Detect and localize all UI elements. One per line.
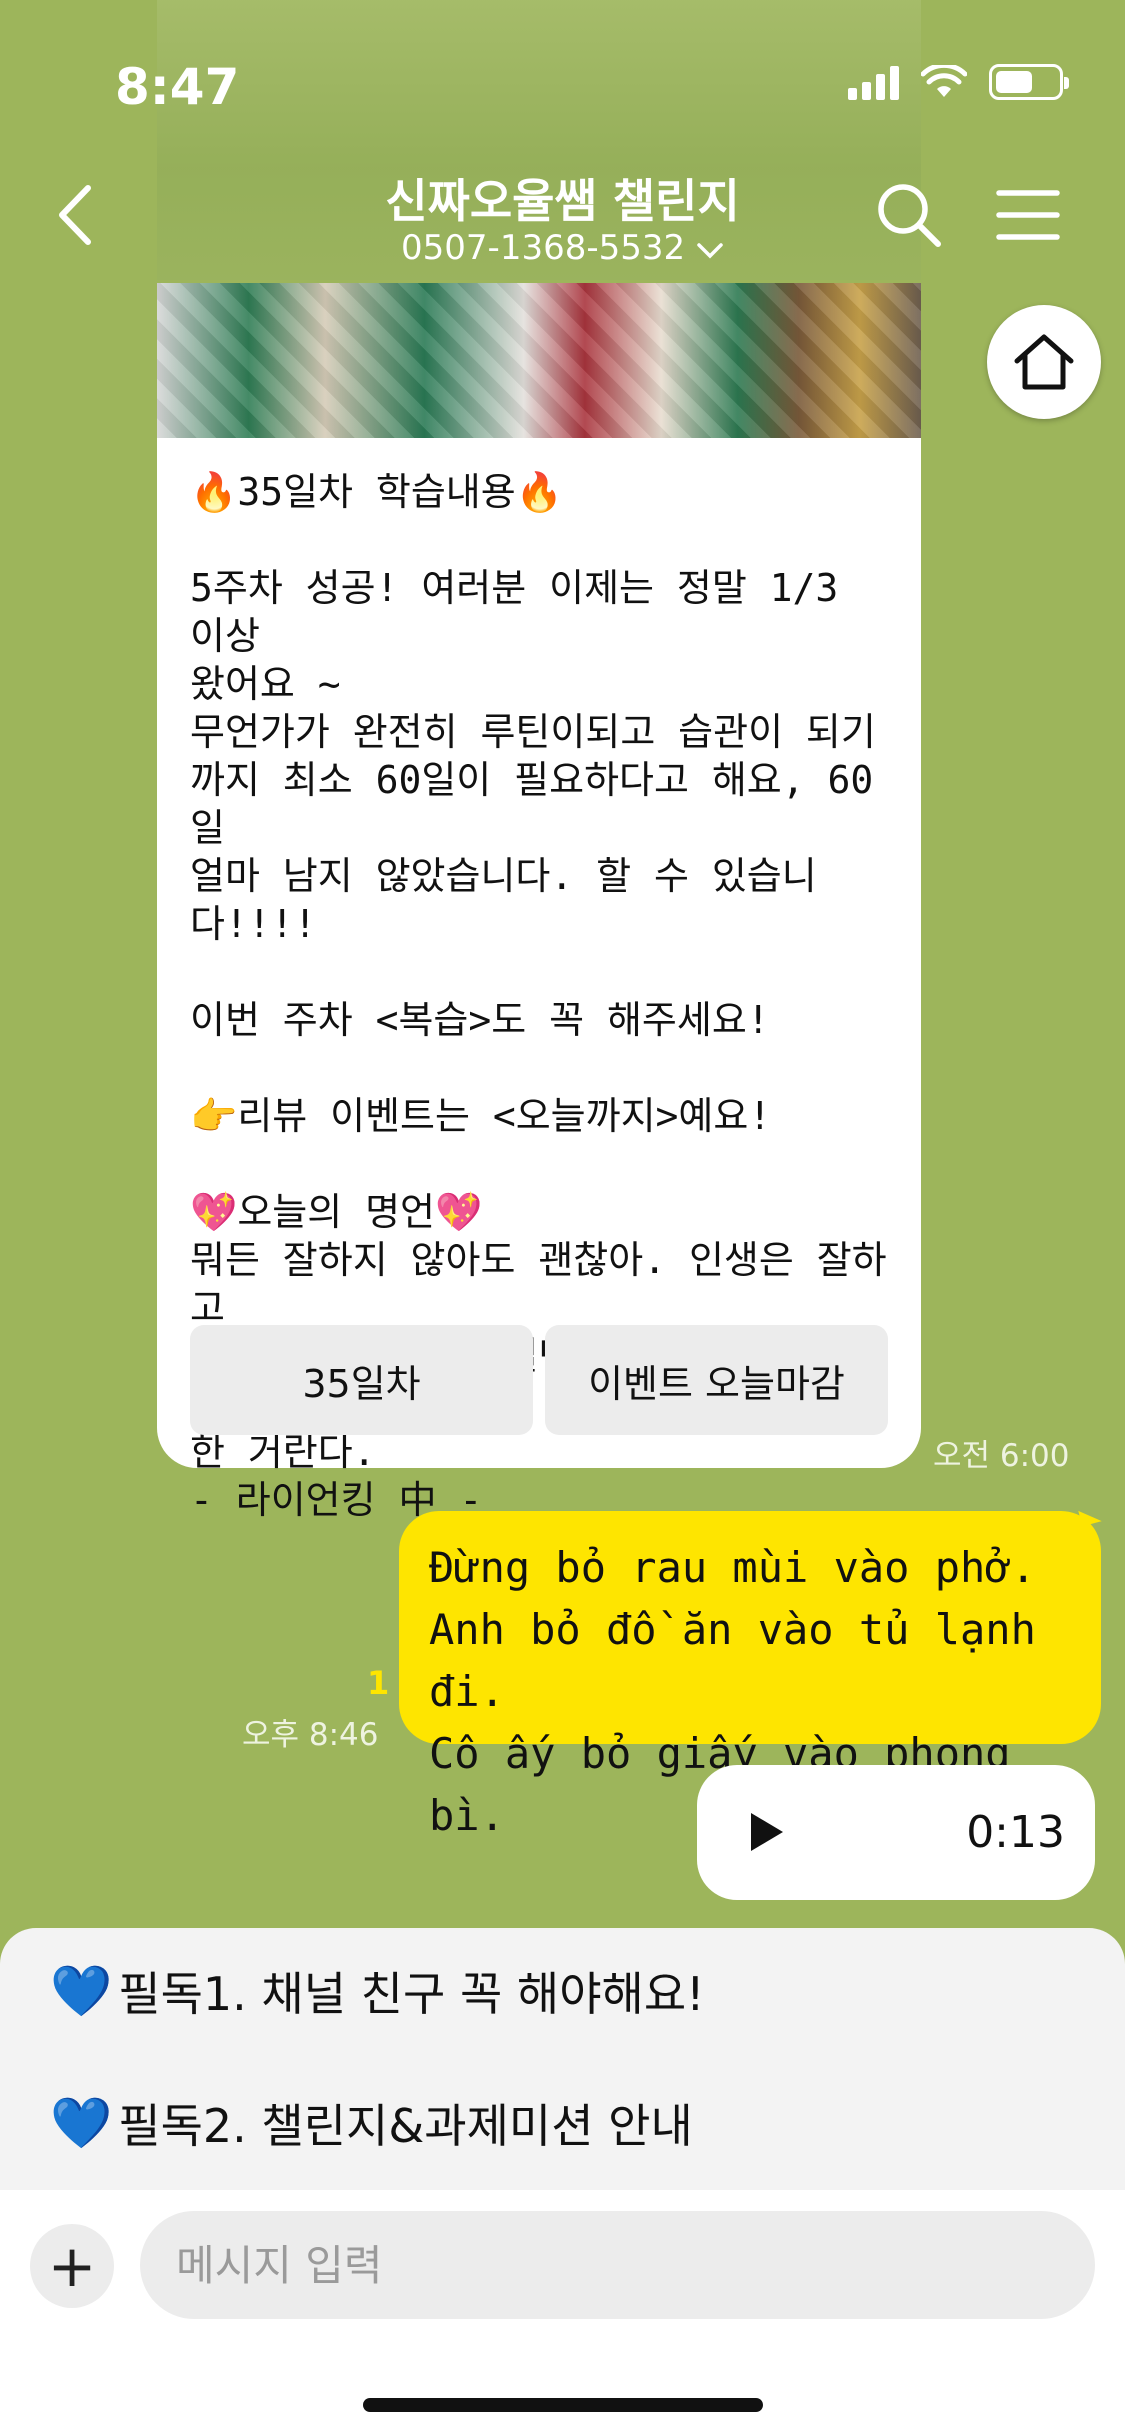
chat-phone[interactable]: 0507-1368-5532 bbox=[0, 228, 1125, 268]
status-icons bbox=[848, 64, 1069, 100]
chevron-down-icon bbox=[697, 242, 723, 258]
notice-text: 필독1. 채널 친구 꼭 해야해요! bbox=[118, 1967, 705, 2021]
chat-title[interactable]: 신짜오율쌤 챌린지 bbox=[0, 165, 1125, 231]
battery-icon bbox=[989, 64, 1069, 100]
play-icon[interactable] bbox=[747, 1809, 787, 1855]
voice-message[interactable]: 0:13 bbox=[697, 1765, 1095, 1900]
plus-icon[interactable]: + bbox=[30, 2224, 114, 2308]
home-icon bbox=[1014, 334, 1074, 390]
home-indicator bbox=[363, 2398, 763, 2412]
unread-count: 1 bbox=[367, 1664, 390, 1702]
notice-text: 필독2. 챌린지&과제미션 안내 bbox=[118, 2099, 693, 2153]
outgoing-message-bubble[interactable]: Đừng bỏ rau mùi vào phở. Anh bỏ đồ ăn và… bbox=[399, 1511, 1101, 1840]
card-image bbox=[157, 283, 921, 438]
voice-duration: 0:13 bbox=[966, 1807, 1065, 1858]
cellular-signal-icon bbox=[848, 64, 899, 100]
search-icon[interactable] bbox=[874, 180, 944, 250]
menu-icon[interactable] bbox=[995, 185, 1061, 245]
notice-item-2[interactable]: 💙 필독2. 챌린지&과제미션 안내 bbox=[50, 2090, 693, 2156]
card-timestamp: 오전 6:00 bbox=[933, 1438, 1070, 1474]
wifi-icon bbox=[921, 65, 967, 97]
status-time: 8:47 bbox=[115, 58, 240, 116]
card-button-day35[interactable]: 35일차 bbox=[190, 1325, 533, 1435]
card-button-event[interactable]: 이벤트 오늘마감 bbox=[545, 1325, 888, 1435]
notice-item-1[interactable]: 💙 필독1. 채널 친구 꼭 해야해요! bbox=[50, 1958, 705, 2024]
outgoing-timestamp: 오후 8:46 bbox=[242, 1717, 379, 1753]
message-input[interactable] bbox=[140, 2211, 1095, 2319]
blue-heart-icon: 💙 bbox=[50, 2093, 113, 2152]
blue-heart-icon: 💙 bbox=[50, 1961, 113, 2020]
home-button[interactable] bbox=[987, 305, 1101, 419]
phone-number: 0507-1368-5532 bbox=[401, 228, 686, 268]
